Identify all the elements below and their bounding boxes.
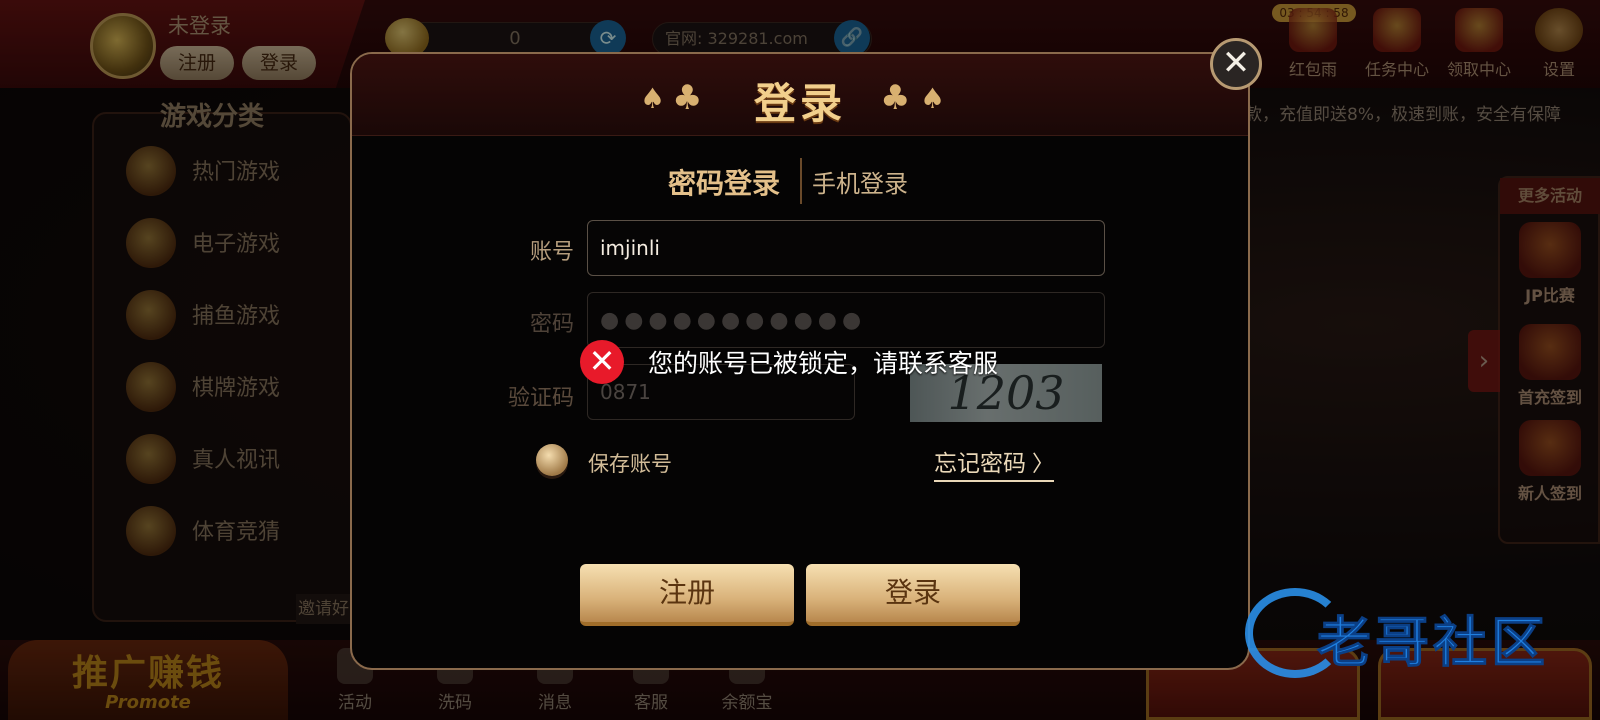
forgot-password-label: 忘记密码 <box>934 451 1026 477</box>
chevron-right-icon: 〉 <box>1032 452 1055 477</box>
account-input[interactable]: imjinli <box>587 220 1105 276</box>
register-button[interactable]: 注册 <box>580 564 794 626</box>
password-input[interactable]: ●●●●●●●●●●● <box>587 292 1105 348</box>
remember-account-label: 保存账号 <box>588 452 672 476</box>
close-button[interactable]: ✕ <box>1210 38 1262 90</box>
password-mask: ●●●●●●●●●●● <box>600 308 867 333</box>
account-label: 账号 <box>529 240 574 265</box>
password-label: 密码 <box>529 312 574 337</box>
remember-account-radio[interactable] <box>536 444 568 476</box>
login-button[interactable]: 登录 <box>806 564 1020 626</box>
spade-icon: ♠ <box>920 82 946 115</box>
forgot-password-link[interactable]: 忘记密码〉 <box>934 444 1055 482</box>
error-icon: ✕ <box>580 340 624 384</box>
club-icon: ♣ <box>880 78 911 118</box>
dialog-title: 登录 <box>753 79 846 128</box>
club-icon: ♣ <box>672 78 703 118</box>
spade-icon: ♠ <box>640 82 666 115</box>
tab-divider <box>800 158 802 204</box>
tab-phone-login[interactable]: 手机登录 <box>812 164 908 199</box>
error-toast-message: 您的账号已被锁定，请联系客服 <box>648 349 999 378</box>
captcha-label: 验证码 <box>507 386 574 411</box>
tab-password-login[interactable]: 密码登录 <box>668 162 780 202</box>
